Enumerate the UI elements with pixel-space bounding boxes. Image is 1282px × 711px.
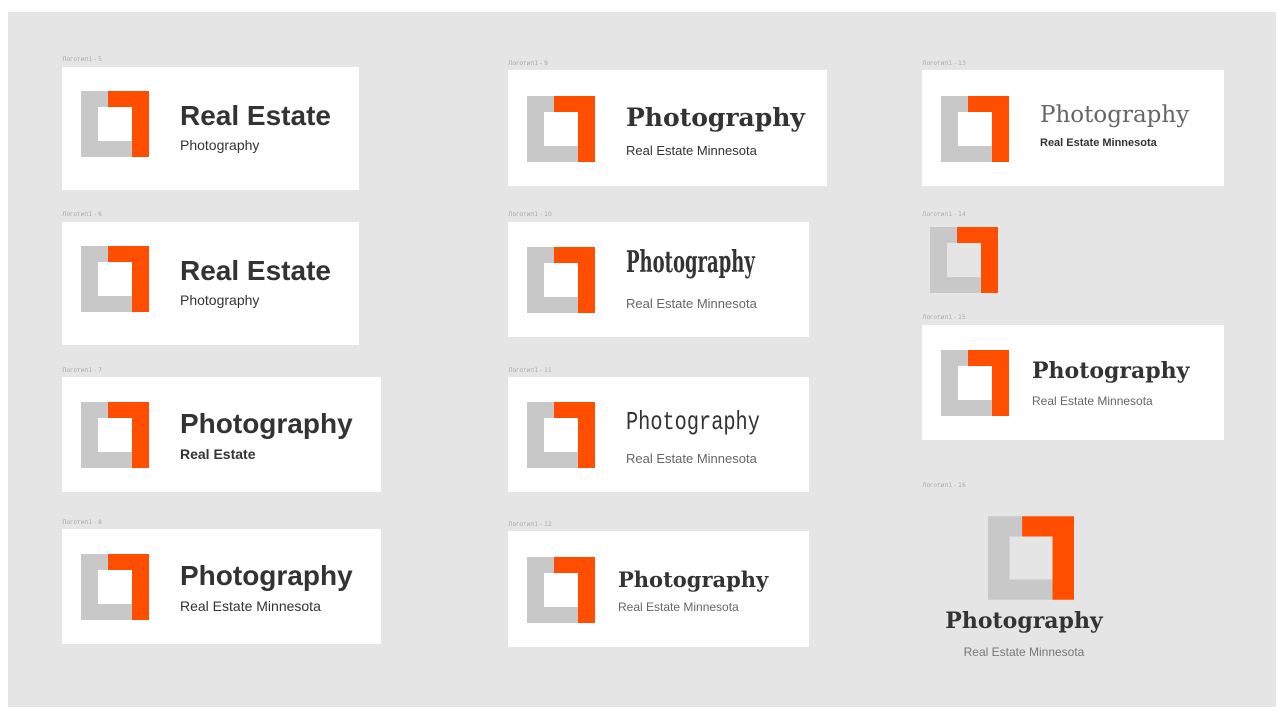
logo-subtitle: Real Estate xyxy=(180,446,256,462)
logo-mark-icon xyxy=(941,96,1009,162)
logo-subtitle: Real Estate Minnesota xyxy=(1032,394,1153,408)
logo-subtitle: Photography xyxy=(180,292,260,308)
frame-label[interactable]: Логотип1 - 7 xyxy=(62,367,102,375)
logo-subtitle: Real Estate Minnesota xyxy=(618,600,739,614)
design-canvas: Логотип1 - 5 Real Estate Photography Лог… xyxy=(8,12,1276,707)
logo-frame-8[interactable]: Photography Real Estate Minnesota xyxy=(62,529,381,644)
logo-mark-icon xyxy=(81,554,149,620)
logo-mark-icon xyxy=(81,402,149,468)
logo-title: Real Estate xyxy=(180,255,331,286)
logo-subtitle: Real Estate Minnesota xyxy=(626,143,757,158)
logo-subtitle: Real Estate Minnesota xyxy=(626,296,757,311)
frame-label[interactable]: Логотип1 - 14 xyxy=(922,211,966,219)
logo-frame-6[interactable]: Real Estate Photography xyxy=(62,222,359,345)
logo-frame-13[interactable]: Photography Real Estate Minnesota xyxy=(922,70,1224,186)
frame-label[interactable]: Логотип1 - 11 xyxy=(508,367,552,375)
frame-label[interactable]: Логотип1 - 9 xyxy=(508,60,548,68)
logo-frame-5[interactable]: Real Estate Photography xyxy=(62,67,359,190)
logo-frame-12[interactable]: Photography Real Estate Minnesota xyxy=(508,531,809,647)
frame-label[interactable]: Логотип1 - 5 xyxy=(62,56,102,64)
logo-subtitle: Real Estate Minnesota xyxy=(180,598,321,614)
logo-mark-icon xyxy=(941,350,1009,416)
logo-frame-10[interactable]: Photography Real Estate Minnesota xyxy=(508,222,809,337)
logo-mark-icon xyxy=(81,91,149,157)
logo-subtitle: Real Estate Minnesota xyxy=(1040,137,1157,149)
logo-subtitle: Real Estate Minnesota xyxy=(963,645,1085,659)
logo-mark-icon xyxy=(527,96,595,162)
logo-title: Photography xyxy=(618,567,769,592)
logo-subtitle: Photography xyxy=(180,137,260,153)
logo-mark-icon xyxy=(527,247,595,313)
frame-label[interactable]: Логотип1 - 13 xyxy=(922,60,966,68)
frame-label[interactable]: Логотип1 - 10 xyxy=(508,211,552,219)
logo-title: Photography xyxy=(626,103,805,132)
frame-label[interactable]: Логотип1 - 8 xyxy=(62,519,102,527)
logo-frame-11[interactable]: Photography Real Estate Minnesota xyxy=(508,377,809,492)
logo-mark-icon xyxy=(527,402,595,468)
logo-mark-icon[interactable] xyxy=(988,516,1074,600)
logo-title: Photography xyxy=(626,407,760,437)
logo-mark-icon xyxy=(81,246,149,312)
frame-label[interactable]: Логотип1 - 12 xyxy=(508,521,552,529)
logo-subtitle: Real Estate Minnesota xyxy=(626,451,757,466)
logo-title: Real Estate xyxy=(180,100,331,131)
logo-frame-15[interactable]: Photography Real Estate Minnesota xyxy=(922,325,1224,440)
logo-title: Photography xyxy=(1040,102,1190,128)
logo-frame-7[interactable]: Photography Real Estate xyxy=(62,377,381,492)
logo-title: Photography xyxy=(180,560,353,591)
frame-label[interactable]: Логотип1 - 16 xyxy=(922,482,966,490)
logo-title: Photography xyxy=(945,608,1103,634)
logo-title: Photography xyxy=(180,408,353,439)
logo-mark-icon[interactable] xyxy=(930,227,998,293)
frame-label[interactable]: Логотип1 - 6 xyxy=(62,211,102,219)
logo-frame-9[interactable]: Photography Real Estate Minnesota xyxy=(508,70,827,186)
logo-title: Photography xyxy=(1032,358,1190,384)
logo-mark-icon xyxy=(527,557,595,623)
frame-label[interactable]: Логотип1 - 15 xyxy=(922,314,966,322)
logo-title: Photography xyxy=(626,245,755,280)
